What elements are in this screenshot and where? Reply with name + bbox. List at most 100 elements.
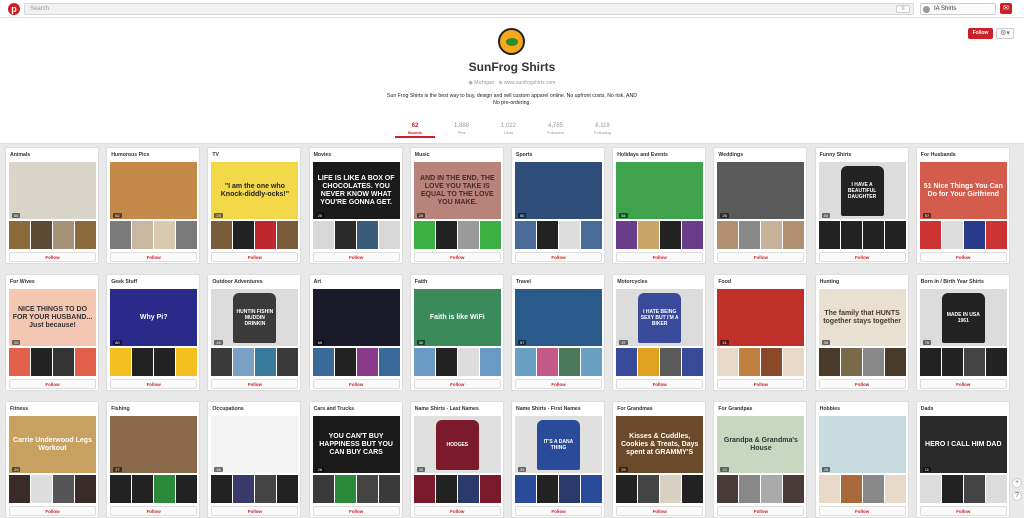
follow-board-button[interactable]: Follow — [413, 379, 501, 389]
board-thumbnail[interactable] — [537, 348, 558, 376]
board-thumbnail[interactable] — [739, 221, 761, 249]
board-thumbnail[interactable] — [53, 221, 74, 249]
board-thumbnail[interactable] — [479, 475, 501, 503]
follow-board-button[interactable]: Follow — [919, 506, 1007, 516]
board-thumbnail[interactable] — [53, 475, 74, 503]
follow-board-button[interactable]: Follow — [919, 379, 1007, 389]
board-card[interactable]: Fitness Carrie Underwood Legs Workout 29 Fo… — [5, 401, 99, 518]
board-cover-image[interactable]: AND IN THE END, THE LOVE YOU TAKE IS EQU… — [413, 162, 501, 219]
board-thumbnail[interactable] — [53, 348, 74, 376]
board-card[interactable]: Name Shirts - First Names IT'S A DANA THI… — [511, 401, 605, 518]
follow-board-button[interactable]: Follow — [616, 506, 704, 516]
board-thumbnail[interactable] — [110, 221, 132, 249]
follow-board-button[interactable]: Follow — [9, 252, 96, 262]
board-thumbnail[interactable] — [941, 221, 963, 249]
board-thumbnail[interactable] — [638, 221, 660, 249]
board-thumbnail[interactable] — [132, 348, 154, 376]
follow-board-button[interactable]: Follow — [413, 252, 501, 262]
board-thumbnail[interactable] — [9, 221, 30, 249]
board-card[interactable]: Outdoor Adventures HUNTIN FISHIN MUDDIN D… — [207, 274, 302, 391]
board-thumbnail[interactable] — [783, 475, 805, 503]
board-thumbnail[interactable] — [356, 221, 378, 249]
board-thumbnail[interactable] — [413, 348, 435, 376]
board-thumbnail[interactable] — [312, 348, 334, 376]
board-cover-image[interactable]: I HATE BEING SEXY BUT I'M A BIKER 37 — [616, 289, 704, 346]
board-cover-image[interactable]: 57 — [515, 289, 602, 346]
board-thumbnail[interactable] — [985, 221, 1007, 249]
board-card[interactable]: Travel 57 Follow — [511, 274, 605, 391]
board-cover-image[interactable]: Grandpa & Grandma's House 22 — [717, 416, 805, 473]
board-thumbnail[interactable] — [717, 475, 739, 503]
board-thumbnail[interactable] — [334, 475, 356, 503]
board-thumbnail[interactable] — [919, 348, 941, 376]
board-thumbnail[interactable] — [457, 475, 479, 503]
board-card[interactable]: Funny Shirts I HAVE A BEAUTIFUL DAUGHTER 6… — [814, 147, 909, 264]
board-thumbnail[interactable] — [211, 221, 233, 249]
board-cover-image[interactable]: 50 — [515, 162, 602, 219]
board-thumbnail[interactable] — [840, 348, 862, 376]
board-thumbnail[interactable] — [515, 475, 536, 503]
board-card[interactable]: Hobbies 28 Follow — [814, 401, 909, 518]
follow-board-button[interactable]: Follow — [818, 379, 906, 389]
board-thumbnail[interactable] — [334, 348, 356, 376]
board-thumbnail[interactable] — [660, 475, 682, 503]
board-thumbnail[interactable] — [783, 221, 805, 249]
board-cover-image[interactable]: I HAVE A BEAUTIFUL DAUGHTER 60 — [818, 162, 906, 219]
board-cover-image[interactable]: 51 Nice Things You Can Do for Your Girlf… — [919, 162, 1007, 219]
board-title[interactable]: TV — [212, 152, 219, 158]
board-thumbnail[interactable] — [682, 475, 704, 503]
board-title[interactable]: Born in / Birth Year Shirts — [921, 279, 984, 285]
follow-board-button[interactable]: Follow — [717, 506, 805, 516]
board-thumbnail[interactable] — [840, 475, 862, 503]
board-title[interactable]: Hobbies — [820, 406, 840, 412]
board-cover-image[interactable]: MADE IN USA 1961 76 — [919, 289, 1007, 346]
board-title[interactable]: Funny Shirts — [820, 152, 852, 158]
board-title[interactable]: Art — [314, 279, 322, 285]
follow-board-button[interactable]: Follow — [110, 252, 198, 262]
board-title[interactable]: For Wives — [10, 279, 35, 285]
board-title[interactable]: Weddings — [718, 152, 743, 158]
board-thumbnail[interactable] — [277, 221, 299, 249]
board-card[interactable]: Motorcycles I HATE BEING SEXY BUT I'M A B… — [612, 274, 707, 391]
board-thumbnail[interactable] — [176, 221, 198, 249]
board-card[interactable]: Hunting The family that HUNTS together st… — [814, 274, 909, 391]
follow-board-button[interactable]: Follow — [110, 379, 198, 389]
board-thumbnail[interactable] — [963, 475, 985, 503]
board-thumbnail[interactable] — [435, 348, 457, 376]
board-cover-image[interactable]: LIFE IS LIKE A BOX OF CHOCOLATES. YOU NE… — [312, 162, 400, 219]
board-cover-image[interactable]: 41 — [717, 289, 805, 346]
follow-board-button[interactable]: Follow — [717, 252, 805, 262]
stat-following[interactable]: 6,119 Following — [579, 123, 626, 138]
user-menu-button[interactable]: IA Shirts — [920, 3, 996, 15]
board-thumbnail[interactable] — [862, 475, 884, 503]
board-card[interactable]: Holidays and Events 54 Follow — [612, 147, 707, 264]
board-thumbnail[interactable] — [941, 348, 963, 376]
board-thumbnail[interactable] — [862, 348, 884, 376]
board-thumbnail[interactable] — [783, 348, 805, 376]
board-thumbnail[interactable] — [515, 221, 536, 249]
board-card[interactable]: Name Shirts - Last Names HODGES 30 Follow — [409, 401, 504, 518]
follow-board-button[interactable]: Follow — [515, 252, 602, 262]
board-thumbnail[interactable] — [154, 475, 176, 503]
board-thumbnail[interactable] — [154, 348, 176, 376]
board-thumbnail[interactable] — [435, 475, 457, 503]
board-cover-image[interactable]: 54 — [616, 162, 704, 219]
follow-board-button[interactable]: Follow — [312, 506, 400, 516]
board-title[interactable]: Geek Stuff — [111, 279, 137, 285]
board-thumbnail[interactable] — [818, 221, 840, 249]
board-cover-image[interactable]: YOU CAN'T BUY HAPPINESS BUT YOU CAN BUY … — [312, 416, 400, 473]
board-title[interactable]: Animals — [10, 152, 30, 158]
board-thumbnail[interactable] — [581, 475, 602, 503]
board-thumbnail[interactable] — [277, 348, 299, 376]
board-thumbnail[interactable] — [761, 475, 783, 503]
board-title[interactable]: Outdoor Adventures — [212, 279, 262, 285]
board-thumbnail[interactable] — [616, 475, 638, 503]
board-thumbnail[interactable] — [378, 475, 400, 503]
board-cover-image[interactable]: "I am the one who Knock-diddly-ocks!" 25 — [211, 162, 299, 219]
search-menu-icon[interactable]: ≡ — [896, 5, 910, 13]
board-cover-image[interactable]: Carrie Underwood Legs Workout 29 — [9, 416, 96, 473]
board-thumbnail[interactable] — [479, 221, 501, 249]
follow-board-button[interactable]: Follow — [616, 379, 704, 389]
board-title[interactable]: Fitness — [10, 406, 28, 412]
board-thumbnail[interactable] — [537, 475, 558, 503]
